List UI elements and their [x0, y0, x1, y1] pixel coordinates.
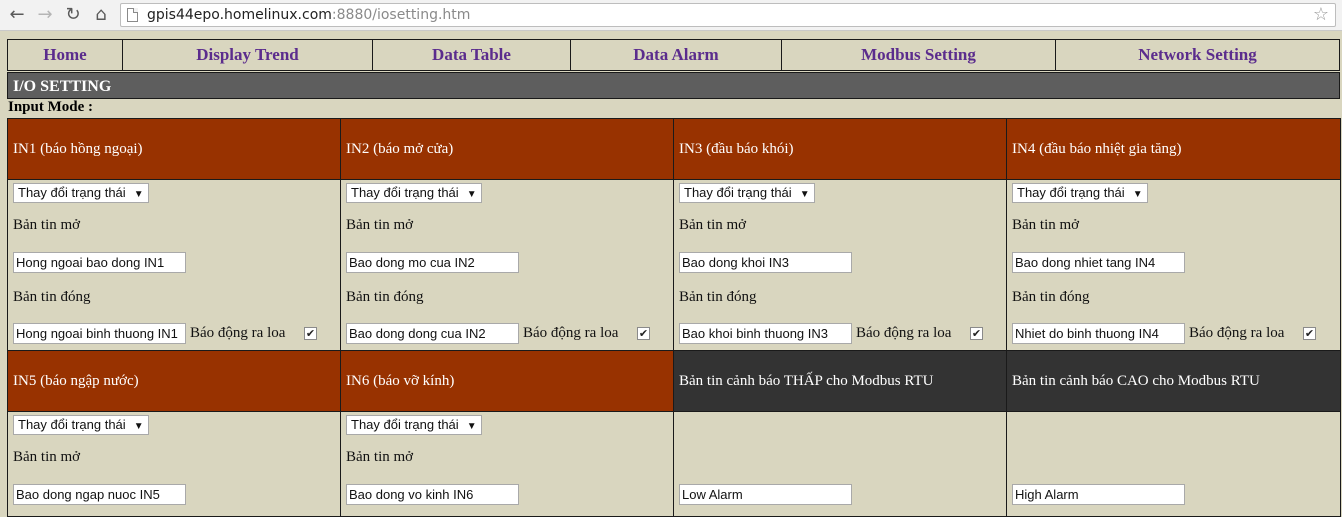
menu-network-setting[interactable]: Network Setting	[1056, 40, 1339, 70]
in3-alarm-checkbox[interactable]: ✔	[970, 327, 983, 340]
in2-close-label: Bản tin đóng	[346, 289, 424, 305]
page-icon	[127, 8, 138, 22]
in1-open-message-input[interactable]: Hong ngoai bao dong IN1	[13, 252, 186, 273]
url-text: gpis44epo.homelinux.com:8880/iosetting.h…	[147, 7, 471, 23]
in5-panel: Thay đổi trạng thái ▼ Bản tin mở Bao dong…	[8, 412, 340, 516]
in4-close-label: Bản tin đóng	[1012, 289, 1090, 305]
dropdown-arrow-icon: ▼	[466, 189, 477, 200]
in3-close-label: Bản tin đóng	[679, 289, 757, 305]
dropdown-arrow-icon: ▼	[1132, 189, 1143, 200]
modbus-high-panel: High Alarm	[1007, 412, 1340, 516]
section-title: I/O SETTING	[7, 72, 1340, 99]
menu-display-trend[interactable]: Display Trend	[123, 40, 373, 70]
back-arrow-icon[interactable]: ←	[6, 4, 28, 26]
in2-open-label: Bản tin mở	[346, 217, 414, 233]
in1-alarm-checkbox[interactable]: ✔	[304, 327, 317, 340]
in3-panel: Thay đổi trạng thái ▼ Bản tin mở Bao dong…	[674, 180, 1006, 350]
io-settings-table: IN1 (báo hồng ngoại) IN2 (báo mở cửa) IN…	[7, 118, 1341, 517]
modbus-low-panel: Low Alarm	[674, 412, 1006, 516]
dropdown-arrow-icon: ▼	[133, 189, 144, 200]
in6-panel: Thay đổi trạng thái ▼ Bản tin mở Bao dong…	[341, 412, 673, 516]
in5-open-message-input[interactable]: Bao dong ngap nuoc IN5	[13, 484, 186, 505]
in4-close-message-input[interactable]: Nhiet do binh thuong IN4	[1012, 323, 1185, 344]
in1-close-label: Bản tin đóng	[13, 289, 91, 305]
menu-data-alarm[interactable]: Data Alarm	[571, 40, 782, 70]
in3-mode-select[interactable]: Thay đổi trạng thái ▼	[679, 183, 815, 203]
dropdown-arrow-icon: ▼	[799, 189, 810, 200]
in5-open-label: Bản tin mở	[13, 449, 81, 465]
menu-home[interactable]: Home	[8, 40, 123, 70]
menu-data-table[interactable]: Data Table	[373, 40, 571, 70]
in2-panel: Thay đổi trạng thái ▼ Bản tin mở Bao dong…	[341, 180, 673, 350]
input-mode-label: Input Mode :	[8, 99, 94, 115]
in1-panel: Thay đổi trạng thái ▼ Bản tin mở Hong ngo…	[8, 180, 340, 350]
in4-alarm-label: Báo động ra loa	[1189, 325, 1285, 341]
in1-mode-select[interactable]: Thay đổi trạng thái ▼	[13, 183, 149, 203]
in2-alarm-checkbox[interactable]: ✔	[637, 327, 650, 340]
in6-open-label: Bản tin mở	[346, 449, 414, 465]
in3-open-message-input[interactable]: Bao dong khoi IN3	[679, 252, 852, 273]
in4-panel: Thay đổi trạng thái ▼ Bản tin mở Bao dong…	[1007, 180, 1340, 350]
page-content: Home Display Trend Data Table Data Alarm…	[7, 39, 1341, 517]
top-menu: Home Display Trend Data Table Data Alarm…	[7, 39, 1340, 71]
in4-open-message-input[interactable]: Bao dong nhiet tang IN4	[1012, 252, 1185, 273]
in1-open-label: Bản tin mở	[13, 217, 81, 233]
bookmark-star-icon[interactable]: ☆	[1313, 4, 1329, 25]
in5-mode-select[interactable]: Thay đổi trạng thái ▼	[13, 415, 149, 435]
in2-close-message-input[interactable]: Bao dong dong cua IN2	[346, 323, 519, 344]
modbus-high-message-input[interactable]: High Alarm	[1012, 484, 1185, 505]
modbus-low-message-input[interactable]: Low Alarm	[679, 484, 852, 505]
in4-mode-select[interactable]: Thay đổi trạng thái ▼	[1012, 183, 1148, 203]
browser-toolbar: ← → ↻ ⌂ gpis44epo.homelinux.com:8880/ios…	[0, 0, 1342, 31]
dropdown-arrow-icon: ▼	[133, 421, 144, 432]
in4-header: IN4 (đầu báo nhiệt gia tăng)	[1006, 118, 1341, 180]
menu-modbus-setting[interactable]: Modbus Setting	[782, 40, 1056, 70]
in4-open-label: Bản tin mở	[1012, 217, 1080, 233]
in2-mode-select[interactable]: Thay đổi trạng thái ▼	[346, 183, 482, 203]
modbus-low-header: Bản tin cảnh báo THẤP cho Modbus RTU	[673, 350, 1007, 412]
address-bar[interactable]: gpis44epo.homelinux.com:8880/iosetting.h…	[120, 3, 1336, 27]
in1-alarm-label: Báo động ra loa	[190, 325, 286, 341]
reload-icon[interactable]: ↻	[62, 4, 84, 26]
home-icon[interactable]: ⌂	[90, 4, 112, 26]
dropdown-arrow-icon: ▼	[466, 421, 477, 432]
in2-header: IN2 (báo mở cửa)	[340, 118, 674, 180]
in6-header: IN6 (báo vỡ kính)	[340, 350, 674, 412]
in6-open-message-input[interactable]: Bao dong vo kinh IN6	[346, 484, 519, 505]
in1-close-message-input[interactable]: Hong ngoai binh thuong IN1	[13, 323, 186, 344]
in1-header: IN1 (báo hồng ngoại)	[7, 118, 341, 180]
in4-alarm-checkbox[interactable]: ✔	[1303, 327, 1316, 340]
in3-alarm-label: Báo động ra loa	[856, 325, 952, 341]
forward-arrow-icon[interactable]: →	[34, 4, 56, 26]
in3-open-label: Bản tin mở	[679, 217, 747, 233]
in3-close-message-input[interactable]: Bao khoi binh thuong IN3	[679, 323, 852, 344]
in6-mode-select[interactable]: Thay đổi trạng thái ▼	[346, 415, 482, 435]
in3-header: IN3 (đầu báo khói)	[673, 118, 1007, 180]
in2-open-message-input[interactable]: Bao dong mo cua IN2	[346, 252, 519, 273]
in2-alarm-label: Báo động ra loa	[523, 325, 619, 341]
modbus-high-header: Bản tin cảnh báo CAO cho Modbus RTU	[1006, 350, 1341, 412]
in5-header: IN5 (báo ngập nước)	[7, 350, 341, 412]
